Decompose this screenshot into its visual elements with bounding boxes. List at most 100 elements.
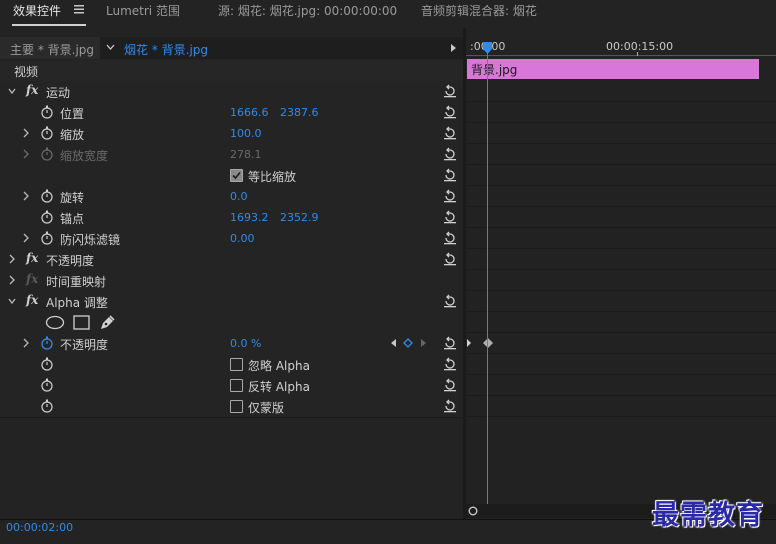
reset-icon[interactable] — [443, 252, 457, 266]
effect-alpha-adjust-label: Alpha 调整 — [46, 296, 108, 310]
chevron-right-icon[interactable] — [22, 233, 30, 243]
position-label: 位置 — [60, 107, 85, 121]
timeline-row — [466, 143, 776, 165]
chevron-right-icon[interactable] — [22, 338, 30, 348]
ignore-alpha-label: 忽略 Alpha — [248, 359, 310, 373]
chevron-right-icon[interactable] — [22, 128, 30, 138]
property-alpha-opacity: 不透明度 0.0 % — [0, 333, 463, 355]
alpha-opacity-label: 不透明度 — [60, 338, 109, 352]
fx-icon[interactable]: fx — [26, 83, 38, 97]
prev-keyframe-icon[interactable] — [389, 338, 397, 348]
master-clip-tab[interactable]: 主要 * 背景.jpg — [0, 37, 100, 59]
chevron-right-icon[interactable] — [22, 149, 30, 159]
master-clip-label: 主要 * 背景.jpg — [10, 43, 95, 57]
chevron-down-icon[interactable] — [106, 44, 115, 51]
stopwatch-icon[interactable] — [40, 210, 54, 224]
timeline-ruler[interactable]: :00:00 00:00:15:00 — [466, 37, 776, 57]
checkmark-icon — [232, 171, 241, 180]
mask-only-label: 仅蒙版 — [248, 401, 285, 415]
reset-icon[interactable] — [443, 378, 457, 392]
property-uniform-scale: 等比缩放 — [0, 165, 463, 187]
chevron-down-icon[interactable] — [8, 86, 16, 96]
tab-source-monitor[interactable]: 源: 烟花: 烟花.jpg: 00:00:00:00 — [218, 2, 397, 19]
keyframe-diamond-icon[interactable] — [482, 337, 494, 349]
anchor-y-value[interactable]: 2352.9 — [280, 211, 319, 224]
section-video-label: 视频 — [14, 65, 39, 79]
playhead-handle-icon[interactable] — [482, 42, 493, 54]
invert-alpha-checkbox[interactable] — [230, 379, 243, 392]
reset-icon[interactable] — [443, 231, 457, 245]
effect-alpha-adjust[interactable]: fx Alpha 调整 — [0, 291, 463, 313]
timeline-row — [466, 227, 776, 249]
add-keyframe-icon[interactable] — [403, 338, 413, 348]
anchor-x-value[interactable]: 1693.2 — [230, 211, 269, 224]
watermark-logo: 最需教育 — [652, 500, 764, 531]
panel-tabs: 效果控件 Lumetri 范围 源: 烟花: 烟花.jpg: 00:00:00:… — [0, 0, 776, 28]
property-scale-width: 缩放宽度 278.1 — [0, 144, 463, 166]
stopwatch-icon[interactable] — [40, 189, 54, 203]
effect-time-remap-label: 时间重映射 — [46, 275, 107, 289]
reset-icon[interactable] — [443, 147, 457, 161]
reset-icon[interactable] — [443, 294, 457, 308]
timeline-row — [466, 374, 776, 396]
fx-icon[interactable]: fx — [26, 293, 38, 307]
fx-icon[interactable]: fx — [26, 251, 38, 265]
position-y-value[interactable]: 2387.6 — [280, 106, 319, 119]
stopwatch-icon[interactable] — [40, 231, 54, 245]
rectangle-mask-icon[interactable] — [73, 315, 90, 330]
reset-icon[interactable] — [443, 126, 457, 140]
tab-audio-clip-mixer[interactable]: 音频剪辑混合器: 烟花 — [421, 2, 537, 19]
chevron-right-icon[interactable] — [8, 254, 16, 264]
stopwatch-icon[interactable] — [40, 126, 54, 140]
effect-opacity[interactable]: fx 不透明度 — [0, 249, 463, 271]
reset-icon[interactable] — [443, 84, 457, 98]
timeline-row — [466, 164, 776, 186]
current-clip-label[interactable]: 烟花 * 背景.jpg — [124, 41, 208, 58]
tab-effect-controls[interactable]: 效果控件 — [13, 2, 61, 19]
effect-motion[interactable]: fx 运动 — [0, 81, 463, 103]
stopwatch-active-icon[interactable] — [40, 336, 54, 350]
current-timecode[interactable]: 00:00:02:00 — [6, 521, 73, 534]
reset-icon[interactable] — [443, 336, 457, 350]
effect-motion-label: 运动 — [46, 86, 71, 100]
reset-icon[interactable] — [443, 357, 457, 371]
timeline-clip-bar[interactable]: 背景.jpg — [467, 59, 759, 79]
antiflicker-label: 防闪烁滤镜 — [60, 233, 121, 247]
ignore-alpha-checkbox[interactable] — [230, 358, 243, 371]
timeline-row — [466, 248, 776, 270]
stopwatch-icon[interactable] — [40, 105, 54, 119]
reset-icon[interactable] — [443, 105, 457, 119]
toggle-timeline-icon[interactable] — [450, 43, 457, 53]
effect-time-remapping[interactable]: fx 时间重映射 — [0, 270, 463, 292]
chevron-down-icon[interactable] — [8, 296, 16, 306]
reset-icon[interactable] — [443, 210, 457, 224]
chevron-right-icon[interactable] — [22, 191, 30, 201]
reset-icon[interactable] — [443, 168, 457, 182]
property-antiflicker: 防闪烁滤镜 0.00 — [0, 228, 463, 250]
alpha-opacity-value[interactable]: 0.0 % — [230, 337, 261, 350]
mask-only-checkbox[interactable] — [230, 400, 243, 413]
panel-menu-icon[interactable] — [74, 5, 84, 14]
playhead-line[interactable] — [487, 42, 488, 504]
scroll-handle-icon[interactable] — [468, 506, 478, 516]
timeline-row — [466, 311, 776, 333]
antiflicker-value[interactable]: 0.00 — [230, 232, 255, 245]
stopwatch-icon[interactable] — [40, 357, 54, 371]
ellipse-mask-icon[interactable] — [45, 315, 65, 330]
next-keyframe-icon[interactable] — [420, 338, 428, 348]
stopwatch-icon[interactable] — [40, 399, 54, 413]
reset-icon[interactable] — [443, 189, 457, 203]
property-invert-alpha: 反转 Alpha — [0, 375, 463, 397]
pen-mask-icon[interactable] — [99, 314, 116, 331]
rotation-value[interactable]: 0.0 — [230, 190, 248, 203]
clip-selector-row: 主要 * 背景.jpg 烟花 * 背景.jpg — [0, 37, 463, 59]
tab-lumetri-scopes[interactable]: Lumetri 范围 — [106, 2, 180, 19]
chevron-right-icon[interactable] — [8, 275, 16, 285]
invert-alpha-label: 反转 Alpha — [248, 380, 310, 394]
stopwatch-icon[interactable] — [40, 378, 54, 392]
keyframe-nav-icon[interactable] — [466, 338, 472, 348]
scale-value[interactable]: 100.0 — [230, 127, 262, 140]
position-x-value[interactable]: 1666.6 — [230, 106, 269, 119]
uniform-scale-checkbox[interactable] — [230, 169, 243, 182]
reset-icon[interactable] — [443, 399, 457, 413]
